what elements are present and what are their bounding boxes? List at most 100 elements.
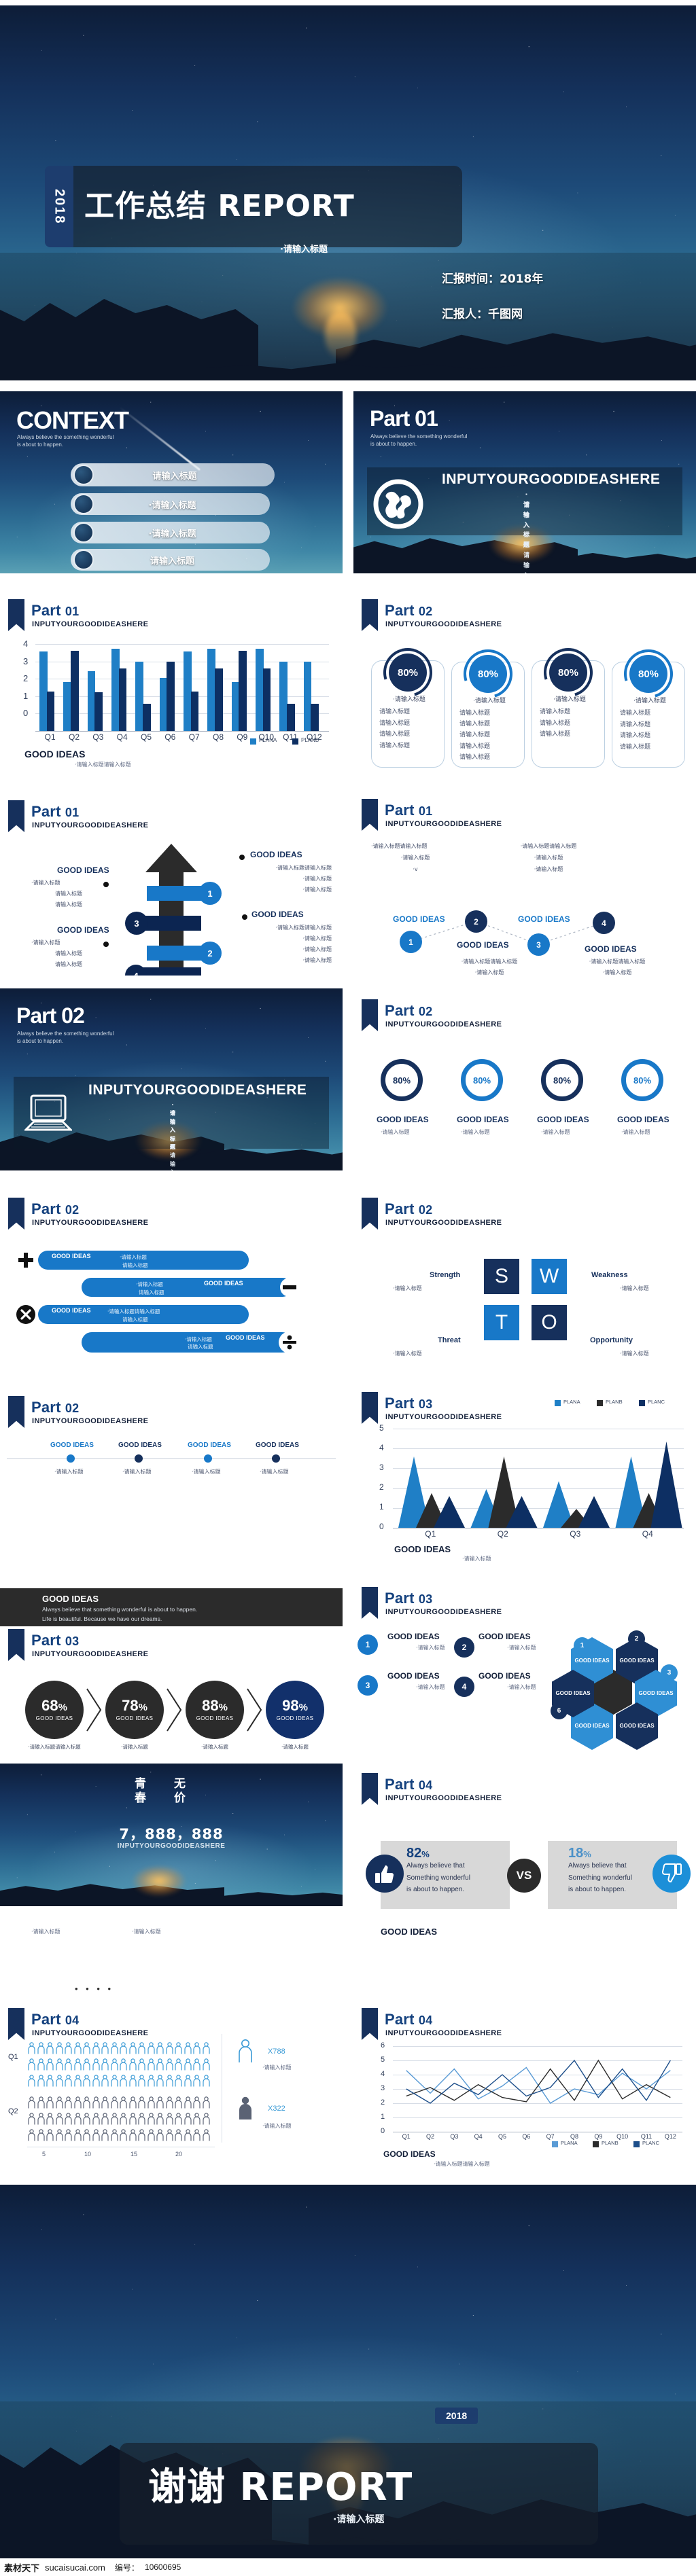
timeline-dot-1[interactable] [67, 1454, 75, 1463]
pictogram-people-q1 [110, 2058, 119, 2071]
x-tick: Q9 [594, 2133, 603, 2140]
pictogram-people-q2 [73, 2113, 82, 2125]
timeline-dot-3[interactable] [204, 1454, 212, 1463]
section-part01-title: Part 01 [370, 406, 438, 431]
ribbon-icon [362, 1392, 378, 1424]
zigzag-node-1[interactable]: 1 [400, 931, 422, 953]
swot-label-threat: Threat [438, 1336, 461, 1344]
part-header-sub: INPUTYOURGOODIDEASHERE [385, 1794, 502, 1802]
donut-percent: 80% [472, 1075, 491, 1086]
plus-icon[interactable] [16, 1251, 35, 1270]
part-header-sub: INPUTYOURGOODIDEASHERE [385, 1219, 502, 1227]
slide-pill-rows: Part 02 INPUTYOURGOODIDEASHERE GOOD IDEA… [0, 1185, 343, 1367]
ring-card-line: 请输入标题 [459, 732, 491, 739]
context-item-4[interactable]: 请输入标题 [71, 549, 270, 571]
x-tick: Q5 [498, 2133, 506, 2140]
ring-card-title: ·请输入标题 [473, 698, 506, 704]
x-tick: Q12 [664, 2133, 676, 2140]
hex-list-num-3[interactable]: 3 [358, 1675, 378, 1696]
swot-square-opportunity[interactable]: O [532, 1305, 567, 1340]
thanks-subtitle: ·请输入标题 [333, 2514, 385, 2525]
x-tick: Q7 [546, 2133, 555, 2140]
part-word: Part [31, 1200, 61, 1217]
zigzag-node-number: 3 [536, 940, 541, 950]
ribbon-icon [362, 599, 378, 631]
y-tick: 0 [381, 2127, 385, 2135]
pictogram-people-q1 [128, 2042, 137, 2054]
part-number: 02 [418, 605, 433, 618]
pictogram-people-q2 [110, 2096, 119, 2109]
swot-square-strength[interactable]: S [484, 1259, 519, 1294]
bar-planb-q10 [262, 668, 271, 731]
hex-list-num-1[interactable]: 1 [358, 1634, 378, 1655]
part-header-sub: INPUTYOURGOODIDEASHERE [385, 2029, 502, 2037]
zigzag-label-3: GOOD IDEAS [518, 914, 570, 924]
pill-row-heading: GOOD IDEAS [226, 1334, 265, 1341]
timeline-dot-2[interactable] [135, 1454, 143, 1463]
pictogram-people-q1 [110, 2042, 119, 2054]
context-tagline-line1: Always believe the something wonderful [17, 434, 114, 440]
context-item-3[interactable]: ·请输入标题 [71, 522, 270, 543]
swot-square-threat[interactable]: T [484, 1305, 519, 1340]
swot-sub-threat: ·请输入标题 [393, 1350, 422, 1357]
slide-ring-cards: Part 02 INPUTYOURGOODIDEASHERE 80% ·请输入标… [353, 586, 696, 768]
pictogram-people-q1 [101, 2058, 109, 2071]
pictogram-people-q1 [82, 2042, 91, 2054]
hex-badge-3: 3 [661, 1664, 678, 1681]
pictogram-people-q2 [128, 2113, 137, 2125]
youth-number: 7，888，888 [119, 1826, 224, 1842]
y-tick: 5 [379, 1423, 384, 1433]
pictogram-people-q2 [101, 2129, 109, 2141]
pictogram-people-q1 [165, 2042, 174, 2054]
x-tick: Q8 [212, 732, 224, 742]
y-tick: 1 [381, 2113, 385, 2121]
legend-label-planb: PLANB [606, 1399, 623, 1405]
cover-report-time: 汇报时间：2018年 [442, 272, 544, 286]
bullet-knob-icon [75, 466, 92, 484]
zigzag-node-3[interactable]: 3 [527, 933, 550, 956]
timeline-dot-4[interactable] [272, 1454, 280, 1463]
context-item-1[interactable]: 请输入标题 [71, 463, 275, 486]
pictogram-people-q2 [110, 2129, 119, 2141]
minus-icon[interactable] [280, 1278, 299, 1297]
x-tick: Q11 [640, 2133, 652, 2140]
context-item-2[interactable]: ·请输入标题 [71, 493, 270, 515]
hex-list-number: 3 [365, 1681, 370, 1690]
pictogram-people-q2 [119, 2096, 128, 2109]
good-ideas-heading: GOOD IDEAS [383, 2149, 436, 2159]
hex-list-num-2[interactable]: 2 [454, 1637, 474, 1658]
close-icon[interactable] [16, 1305, 35, 1324]
arrow-callout-line: ·请输入标题 [31, 940, 60, 946]
pictogram-people-q1 [184, 2075, 192, 2087]
good-ideas-caption: ·请输入标题 [462, 1556, 491, 1562]
arrow-callout-line: 请输入标题 [55, 891, 82, 897]
hex-list-number: 1 [365, 1640, 370, 1649]
part-word: Part [385, 2011, 415, 2028]
ring-gauge: 80% [375, 639, 441, 706]
pictogram-people-q2 [82, 2096, 91, 2109]
swot-square-weakness[interactable]: W [532, 1259, 567, 1294]
swot-label-weakness: Weakness [591, 1271, 628, 1279]
hex-list-num-4[interactable]: 4 [454, 1677, 474, 1697]
slide-zigzag-steps: Part 01 INPUTYOURGOODIDEASHERE ·请输入标题请输入… [353, 793, 696, 976]
step-number-label: 4 [133, 970, 139, 976]
vs-left-percent: 82 [406, 1846, 422, 1861]
part-header-sub: INPUTYOURGOODIDEASHERE [385, 620, 502, 628]
pictogram-tick: 15 [130, 2151, 138, 2158]
donut-gauge-1: 80% [381, 1059, 423, 1101]
pictogram-people-q1 [192, 2058, 201, 2071]
line-series-planb [406, 2059, 671, 2103]
pictogram-people-q1 [165, 2075, 174, 2087]
zigzag-node-4[interactable]: 4 [593, 912, 615, 934]
legend-label-planb: PLANB [602, 2140, 619, 2146]
x-tick: Q6 [522, 2133, 531, 2140]
section-line: ·请输入标题 [170, 1102, 175, 1150]
donut-percent: 80% [553, 1075, 572, 1086]
zigzag-node-2[interactable]: 2 [465, 910, 487, 933]
x-tick: Q8 [570, 2133, 578, 2140]
pill-row-2[interactable] [82, 1278, 292, 1297]
pill-row-line: 请输入标题 [122, 1262, 148, 1268]
donut-label-4: GOOD IDEAS [617, 1115, 669, 1124]
ring-card-line: 请输入标题 [540, 709, 571, 715]
divide-icon[interactable] [279, 1331, 300, 1353]
